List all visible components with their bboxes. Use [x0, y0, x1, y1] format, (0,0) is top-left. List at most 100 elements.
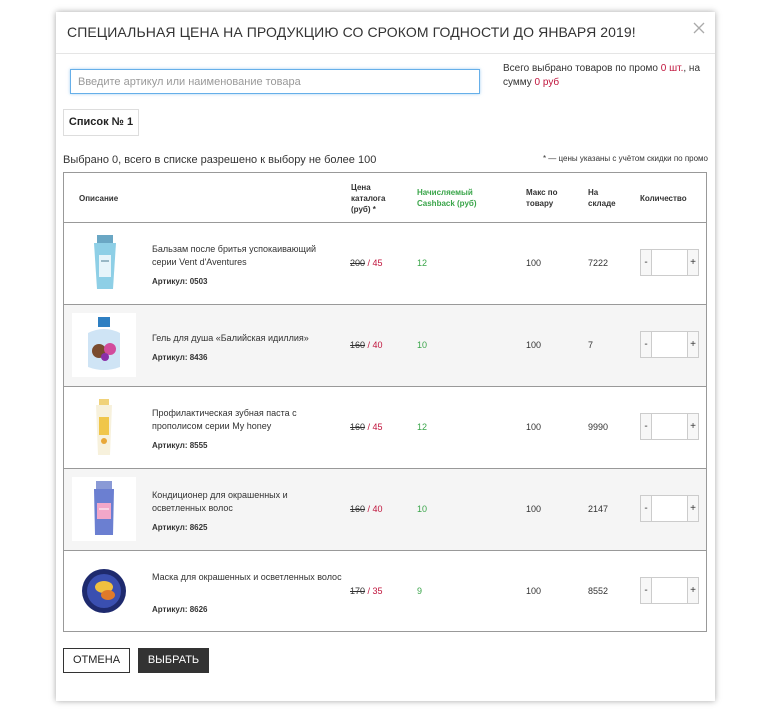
- increment-button[interactable]: +: [687, 250, 698, 275]
- product-name: Гель для душа «Балийская идиллия»: [152, 333, 309, 343]
- quantity-stepper: - +: [640, 495, 699, 522]
- selected-info: Выбрано 0, всего в списке разрешено к вы…: [63, 154, 377, 166]
- header-max: Макс по товару: [526, 187, 558, 209]
- header-cashback: Начисляемый Cashback (руб): [417, 187, 477, 209]
- old-price: 160: [350, 422, 366, 432]
- decrement-button[interactable]: -: [641, 250, 652, 275]
- table-row: Маска для окрашенных и осветленных волос…: [64, 551, 706, 633]
- header-max-line1: Макс по: [526, 188, 558, 197]
- product-cashback: 12: [417, 258, 428, 268]
- increment-button[interactable]: +: [687, 414, 698, 439]
- header-stock: На складе: [588, 187, 616, 209]
- product-name: Кондиционер для окрашенных и осветленных…: [152, 490, 288, 513]
- new-price: 40: [372, 340, 383, 350]
- product-cashback: 10: [417, 504, 428, 514]
- old-price: 170: [350, 586, 366, 596]
- quantity-stepper: - +: [640, 249, 699, 276]
- modal-header: СПЕЦИАЛЬНАЯ ЦЕНА НА ПРОДУКЦИЮ СО СРОКОМ …: [56, 12, 715, 54]
- old-price: 200: [350, 258, 366, 268]
- old-price: 160: [350, 340, 366, 350]
- cancel-button[interactable]: ОТМЕНА: [63, 648, 130, 673]
- conditioner-bottle-icon: [72, 477, 136, 541]
- product-name: Маска для окрашенных и осветленных волос: [152, 572, 342, 582]
- modal-title: СПЕЦИАЛЬНАЯ ЦЕНА НА ПРОДУКЦИЮ СО СРОКОМ …: [67, 24, 636, 40]
- product-max: 100: [526, 340, 542, 350]
- table-row: Кондиционер для окрашенных и осветленных…: [64, 469, 706, 551]
- product-stock: 9990: [588, 422, 609, 432]
- increment-button[interactable]: +: [687, 496, 698, 521]
- promo-count: 0 шт.: [660, 63, 684, 74]
- product-sku: Артикул: 0503: [152, 277, 208, 286]
- new-price: 45: [372, 258, 383, 268]
- product-sku: Артикул: 8625: [152, 523, 208, 532]
- quantity-input[interactable]: [652, 250, 688, 275]
- promo-summary-prefix: Всего выбрано товаров по промо: [503, 63, 661, 74]
- promo-summary: Всего выбрано товаров по промо 0 шт., на…: [503, 62, 703, 90]
- shower-gel-bottle-icon: [72, 313, 136, 377]
- header-price-line3: (руб) *: [351, 205, 376, 214]
- product-stock: 2147: [588, 504, 609, 514]
- toothpaste-tube-icon: [72, 395, 136, 459]
- increment-button[interactable]: +: [687, 332, 698, 357]
- tab-list-1[interactable]: Список № 1: [63, 109, 139, 136]
- promo-modal: СПЕЦИАЛЬНАЯ ЦЕНА НА ПРОДУКЦИЮ СО СРОКОМ …: [56, 12, 715, 701]
- quantity-stepper: - +: [640, 413, 699, 440]
- quantity-input[interactable]: [652, 496, 688, 521]
- header-stock-line1: На: [588, 188, 599, 197]
- table-row: Бальзам после бритья успокаивающий серии…: [64, 223, 706, 305]
- product-name: Бальзам после бритья успокаивающий серии…: [152, 244, 317, 267]
- decrement-button[interactable]: -: [641, 496, 652, 521]
- product-max: 100: [526, 586, 542, 596]
- header-price-line1: Цена: [351, 183, 371, 192]
- product-max: 100: [526, 422, 542, 432]
- header-cashback-line1: Начисляемый: [417, 188, 473, 197]
- header-max-line2: товару: [526, 199, 554, 208]
- header-cashback-line2: Cashback (руб): [417, 199, 477, 208]
- quantity-input[interactable]: [652, 414, 688, 439]
- aftershave-bottle-icon: [72, 231, 136, 295]
- product-price: 160 / 40: [350, 504, 383, 514]
- product-stock: 8552: [588, 586, 609, 596]
- select-button[interactable]: ВЫБРАТЬ: [138, 648, 209, 673]
- old-price: 160: [350, 504, 366, 514]
- product-cashback: 10: [417, 340, 428, 350]
- products-table: Описание Цена каталога (руб) * Начисляем…: [63, 172, 707, 632]
- decrement-button[interactable]: -: [641, 578, 652, 603]
- price-note: * — цены указаны с учётом скидки по пром…: [542, 154, 708, 163]
- product-max: 100: [526, 504, 542, 514]
- new-price: 40: [372, 504, 383, 514]
- quantity-input[interactable]: [652, 578, 688, 603]
- new-price: 45: [372, 422, 383, 432]
- promo-sum: 0 руб: [534, 77, 560, 88]
- product-name: Профилактическая зубная паста с прополис…: [152, 408, 297, 431]
- product-price: 170 / 35: [350, 586, 383, 596]
- header-stock-line2: складе: [588, 199, 616, 208]
- header-price-line2: каталога: [351, 194, 386, 203]
- table-row: Гель для душа «Балийская идиллия» Артику…: [64, 305, 706, 387]
- product-price: 200 / 45: [350, 258, 383, 268]
- decrement-button[interactable]: -: [641, 414, 652, 439]
- search-input[interactable]: [70, 69, 480, 94]
- table-row: Профилактическая зубная паста с прополис…: [64, 387, 706, 469]
- product-sku: Артикул: 8436: [152, 353, 208, 362]
- table-header: Описание Цена каталога (руб) * Начисляем…: [64, 173, 706, 223]
- increment-button[interactable]: +: [687, 578, 698, 603]
- product-sku: Артикул: 8626: [152, 605, 208, 614]
- product-stock: 7: [588, 340, 594, 350]
- decrement-button[interactable]: -: [641, 332, 652, 357]
- quantity-input[interactable]: [652, 332, 688, 357]
- product-price: 160 / 45: [350, 422, 383, 432]
- product-cashback: 12: [417, 422, 428, 432]
- product-stock: 7222: [588, 258, 609, 268]
- product-max: 100: [526, 258, 542, 268]
- close-icon[interactable]: [691, 20, 707, 36]
- product-sku: Артикул: 8555: [152, 441, 208, 450]
- header-price: Цена каталога (руб) *: [351, 182, 385, 215]
- hair-mask-jar-icon: [72, 559, 136, 623]
- quantity-stepper: - +: [640, 331, 699, 358]
- product-price: 160 / 40: [350, 340, 383, 350]
- new-price: 35: [372, 586, 383, 596]
- header-quantity: Количество: [640, 194, 687, 203]
- header-description: Описание: [79, 194, 119, 203]
- quantity-stepper: - +: [640, 577, 699, 604]
